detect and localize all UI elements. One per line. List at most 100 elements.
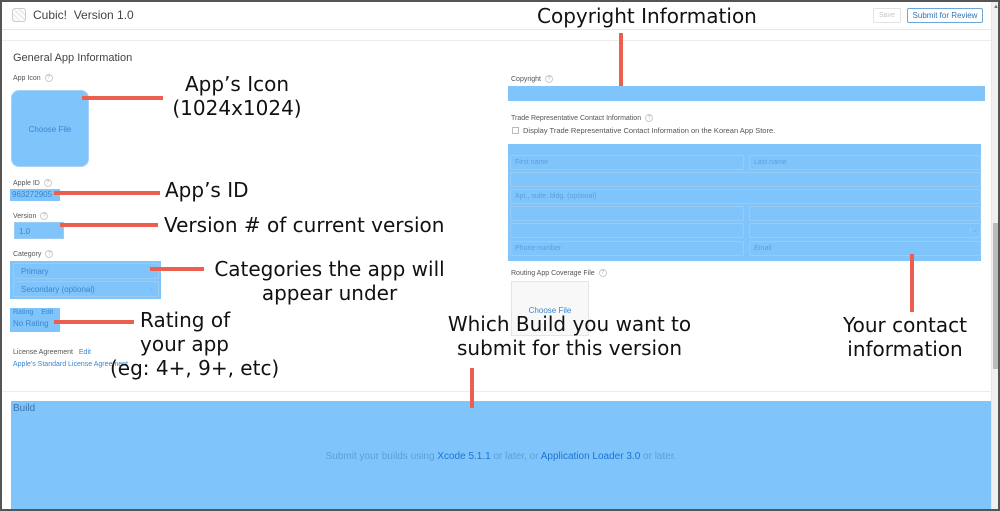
help-icon[interactable]: ?	[45, 250, 54, 258]
apt-input[interactable]: Apt., suite, bldg. (optional)	[510, 189, 981, 204]
license-edit-link[interactable]: Edit	[79, 349, 91, 356]
phone-input[interactable]: Phone number	[510, 241, 744, 256]
annotation-build: Which Build you want to submit for this …	[432, 312, 707, 360]
chevron-down-icon: ⌄	[148, 286, 154, 292]
annotation-build-line1: Which Build you want to	[447, 312, 692, 336]
first-name-input[interactable]: First name	[510, 155, 744, 170]
rating-group: Rating Edit No Rating	[10, 308, 60, 332]
apple-id-label-text: Apple ID	[13, 179, 40, 187]
app-title: Cubic! Version 1.0	[33, 8, 134, 22]
annotation-app-id: App’s ID	[165, 178, 249, 202]
build-title: Build	[13, 403, 36, 414]
annotation-line	[470, 368, 474, 408]
annotation-contact-line2: information	[847, 337, 963, 361]
category-label-text: Category	[13, 250, 42, 258]
annotation-copyright: Copyright Information	[537, 4, 757, 28]
help-icon[interactable]: ?	[40, 212, 49, 220]
app-logo-icon	[12, 8, 26, 22]
version-input[interactable]: 1.0	[14, 222, 64, 239]
annotation-icon-line1: App’s Icon	[184, 72, 289, 96]
copyright-label: Copyright?	[511, 75, 553, 83]
build-msg-suffix: or later.	[640, 451, 677, 462]
top-bar: Cubic! Version 1.0 Save Submit for Revie…	[2, 2, 998, 30]
help-icon[interactable]: ?	[43, 179, 52, 187]
version-label: Version?	[13, 212, 49, 220]
choose-file-button[interactable]: Choose File	[12, 125, 88, 134]
version-label-text: Version	[13, 212, 37, 220]
last-name-input[interactable]: Last name	[749, 155, 981, 170]
trade-rep-label-text: Trade Representative Contact Information	[511, 114, 642, 122]
routing-file-label-text: Routing App Coverage File	[511, 269, 595, 277]
build-message: Submit your builds using Xcode 5.1.1 or …	[11, 451, 991, 462]
annotation-line	[82, 96, 163, 100]
app-name: Cubic!	[33, 8, 68, 22]
xcode-link[interactable]: Xcode 5.1.1	[437, 451, 490, 462]
annotation-categories-line1: Categories the app will	[214, 257, 445, 281]
secondary-category-select[interactable]: Secondary (optional) ⌄	[13, 281, 159, 297]
build-msg-prefix: Submit your builds using	[325, 451, 438, 462]
trade-rep-checkbox-row[interactable]: Display Trade Representative Contact Inf…	[512, 126, 775, 135]
build-section: Build Submit your builds using Xcode 5.1…	[11, 401, 991, 509]
scrollbar-thumb[interactable]	[993, 223, 998, 369]
annotation-rating-line3: (eg: 4+, 9+, etc)	[110, 356, 280, 380]
apple-id-value: 963272905	[10, 189, 60, 201]
copyright-input[interactable]	[508, 86, 985, 101]
annotation-contact: Your contact information	[832, 313, 978, 361]
app-version: Version 1.0	[73, 8, 134, 22]
annotation-line	[54, 320, 134, 324]
trade-rep-checkbox-label: Display Trade Representative Contact Inf…	[523, 126, 776, 135]
annotation-line	[619, 33, 623, 86]
save-button[interactable]: Save	[873, 8, 901, 23]
state-input[interactable]	[749, 206, 981, 221]
submit-for-review-button[interactable]: Submit for Review	[907, 8, 983, 23]
rating-edit-link[interactable]: Edit	[41, 309, 53, 316]
primary-category-value: Primary	[21, 267, 49, 276]
annotation-version: Version # of current version	[164, 213, 445, 237]
annotation-line	[150, 267, 204, 271]
country-select[interactable]: ⌄	[749, 223, 981, 238]
help-icon[interactable]: ?	[544, 75, 553, 83]
trade-rep-label: Trade Representative Contact Information…	[511, 114, 654, 122]
annotation-rating-line1: Rating of	[140, 308, 231, 332]
primary-category-select[interactable]: Primary	[13, 263, 159, 279]
app-window: Cubic! Version 1.0 Save Submit for Revie…	[0, 0, 1000, 511]
scroll-up-arrow-icon[interactable]: ▲	[993, 4, 998, 10]
help-icon[interactable]: ?	[44, 74, 53, 82]
secondary-category-value: Secondary (optional)	[21, 285, 95, 294]
routing-file-label: Routing App Coverage File?	[511, 269, 607, 277]
application-loader-link[interactable]: Application Loader 3.0	[541, 451, 641, 462]
city-input[interactable]	[510, 206, 744, 221]
annotation-rating-line2: your app	[140, 332, 229, 356]
postal-code-input[interactable]	[510, 223, 744, 238]
apple-id-label: Apple ID?	[13, 179, 52, 187]
annotation-icon-line2: (1024x1024)	[172, 96, 302, 120]
app-icon-upload[interactable]: Choose File	[11, 90, 89, 167]
annotation-categories: Categories the app will appear under	[207, 257, 452, 305]
help-icon[interactable]: ?	[645, 114, 654, 122]
category-label: Category?	[13, 250, 54, 258]
divider	[2, 391, 992, 392]
address-input[interactable]	[510, 172, 981, 187]
annotation-icon: App’s Icon (1024x1024)	[167, 72, 307, 120]
annotation-categories-line2: appear under	[261, 281, 398, 305]
annotation-line	[60, 223, 158, 227]
chevron-down-icon: ⌄	[969, 227, 978, 234]
trade-rep-checkbox[interactable]	[512, 127, 519, 134]
license-label: License Agreement Edit	[13, 349, 91, 356]
copyright-label-text: Copyright	[511, 75, 541, 83]
divider	[2, 40, 992, 41]
app-icon-label: App Icon?	[13, 74, 53, 82]
vertical-scrollbar[interactable]: ▲	[991, 2, 998, 509]
annotation-contact-line1: Your contact	[843, 313, 967, 337]
annotation-rating: Rating of your app (eg: 4+, 9+, etc)	[110, 308, 279, 380]
app-icon-label-text: App Icon	[13, 74, 41, 82]
license-label-text: License Agreement	[13, 349, 73, 356]
section-title: General App Information	[13, 52, 133, 64]
rating-label: Rating	[13, 309, 34, 316]
annotation-line	[54, 191, 160, 195]
email-input[interactable]: Email	[749, 241, 981, 256]
help-icon[interactable]: ?	[598, 269, 607, 277]
rating-value: No Rating	[13, 319, 49, 328]
annotation-line	[910, 254, 914, 312]
annotation-build-line2: submit for this version	[457, 336, 682, 360]
